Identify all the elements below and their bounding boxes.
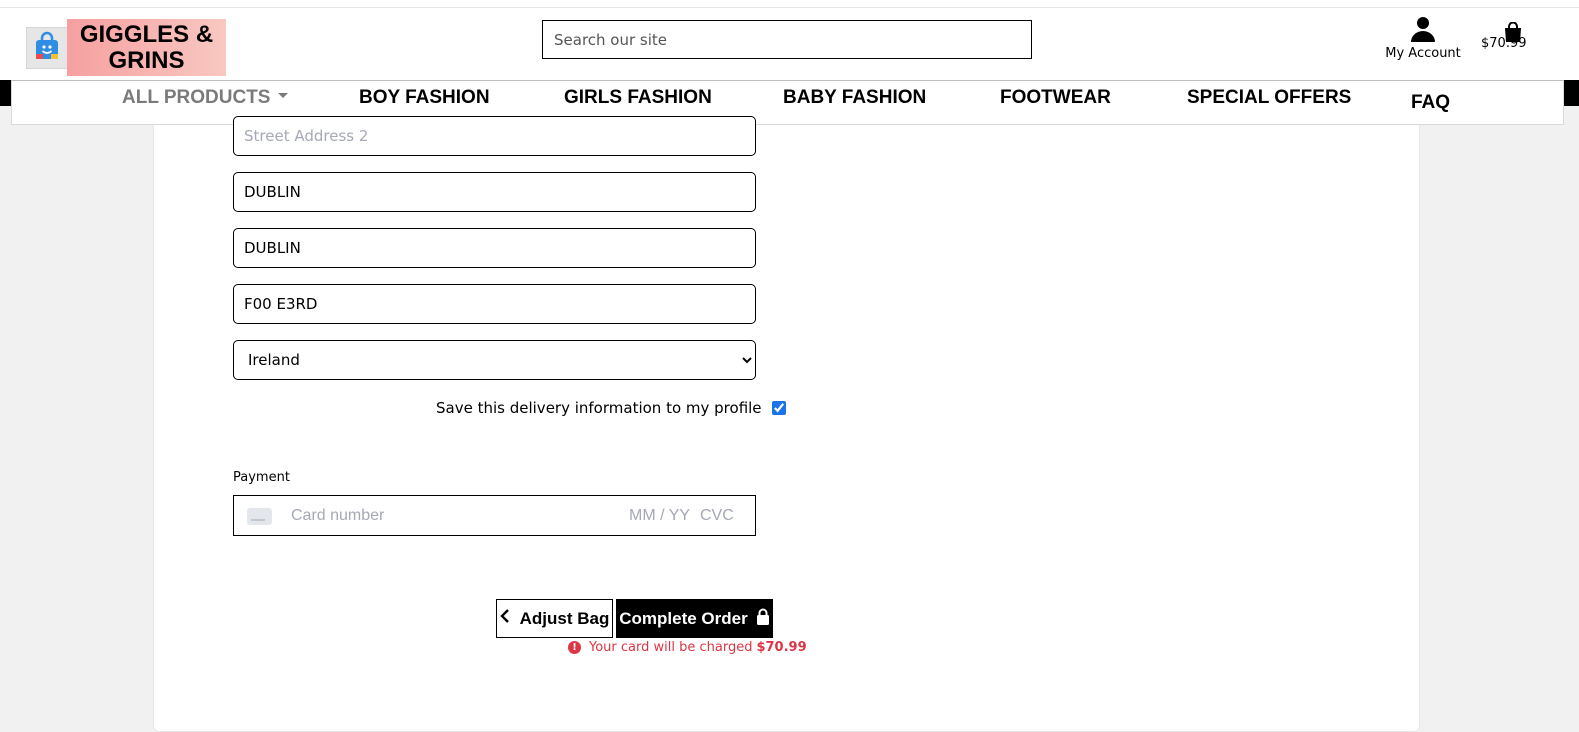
my-account-link[interactable]: My Account bbox=[1382, 16, 1464, 61]
postcode-field[interactable] bbox=[233, 284, 756, 324]
bag-total: $70.99 bbox=[1481, 36, 1527, 51]
nav-edge-right bbox=[1563, 80, 1579, 106]
charge-text: Your card will be charged bbox=[589, 640, 753, 655]
complete-order-label: Complete Order bbox=[619, 608, 748, 628]
town-city-field[interactable] bbox=[233, 172, 756, 212]
complete-order-button[interactable]: Complete Order bbox=[616, 599, 773, 638]
adjust-bag-label: Adjust Bag bbox=[519, 608, 610, 628]
top-rule bbox=[0, 0, 1579, 8]
charge-amount: $70.99 bbox=[756, 640, 807, 655]
my-account-label: My Account bbox=[1385, 46, 1461, 61]
card-number-placeholder[interactable]: Card number bbox=[291, 507, 384, 525]
logo-line-2: GRINS bbox=[108, 46, 185, 74]
charge-warning: ! Your card will be charged $70.99 bbox=[568, 640, 807, 655]
shopping-bag-icon bbox=[33, 31, 61, 66]
exclamation-circle-icon: ! bbox=[568, 641, 581, 654]
site-header: GIGGLES & GRINS My Account $70.99 bbox=[0, 8, 1579, 80]
country-select[interactable]: Ireland bbox=[233, 340, 756, 380]
site-logo[interactable]: GIGGLES & GRINS bbox=[67, 19, 226, 76]
adjust-bag-button[interactable]: Adjust Bag bbox=[496, 599, 613, 638]
nav-special-offers[interactable]: SPECIAL OFFERS bbox=[1187, 87, 1351, 109]
card-cvc-placeholder[interactable]: CVC bbox=[700, 507, 734, 525]
nav-girls-fashion[interactable]: GIRLS FASHION bbox=[564, 87, 712, 109]
logo-line-1: GIGGLES & bbox=[79, 20, 214, 48]
search-input[interactable] bbox=[542, 20, 1032, 59]
nav-all-products-label: ALL PRODUCTS bbox=[122, 87, 271, 108]
nav-baby-fashion[interactable]: BABY FASHION bbox=[783, 87, 926, 109]
card-element[interactable]: Card number MM / YY CVC bbox=[233, 495, 756, 536]
save-info-checkbox[interactable] bbox=[771, 401, 786, 415]
save-info-row[interactable]: Save this delivery information to my pro… bbox=[436, 399, 786, 417]
logo-image[interactable] bbox=[26, 27, 68, 69]
user-icon bbox=[1382, 16, 1464, 42]
credit-card-icon bbox=[247, 508, 272, 525]
nav-all-products[interactable]: ALL PRODUCTS bbox=[122, 87, 289, 109]
chevron-left-icon bbox=[499, 608, 510, 629]
county-field[interactable] bbox=[233, 228, 756, 268]
nav-boy-fashion[interactable]: BOY FASHION bbox=[359, 87, 490, 109]
nav-footwear[interactable]: FOOTWEAR bbox=[1000, 87, 1111, 109]
payment-label: Payment bbox=[233, 470, 290, 485]
nav-faq[interactable]: FAQ bbox=[1411, 92, 1450, 114]
street-address-2-field[interactable] bbox=[233, 116, 756, 156]
lock-icon bbox=[756, 608, 770, 630]
card-expiry-placeholder[interactable]: MM / YY bbox=[629, 507, 690, 525]
caret-down-icon bbox=[278, 93, 289, 99]
save-info-label: Save this delivery information to my pro… bbox=[436, 399, 762, 417]
nav-edge-left bbox=[0, 80, 11, 106]
